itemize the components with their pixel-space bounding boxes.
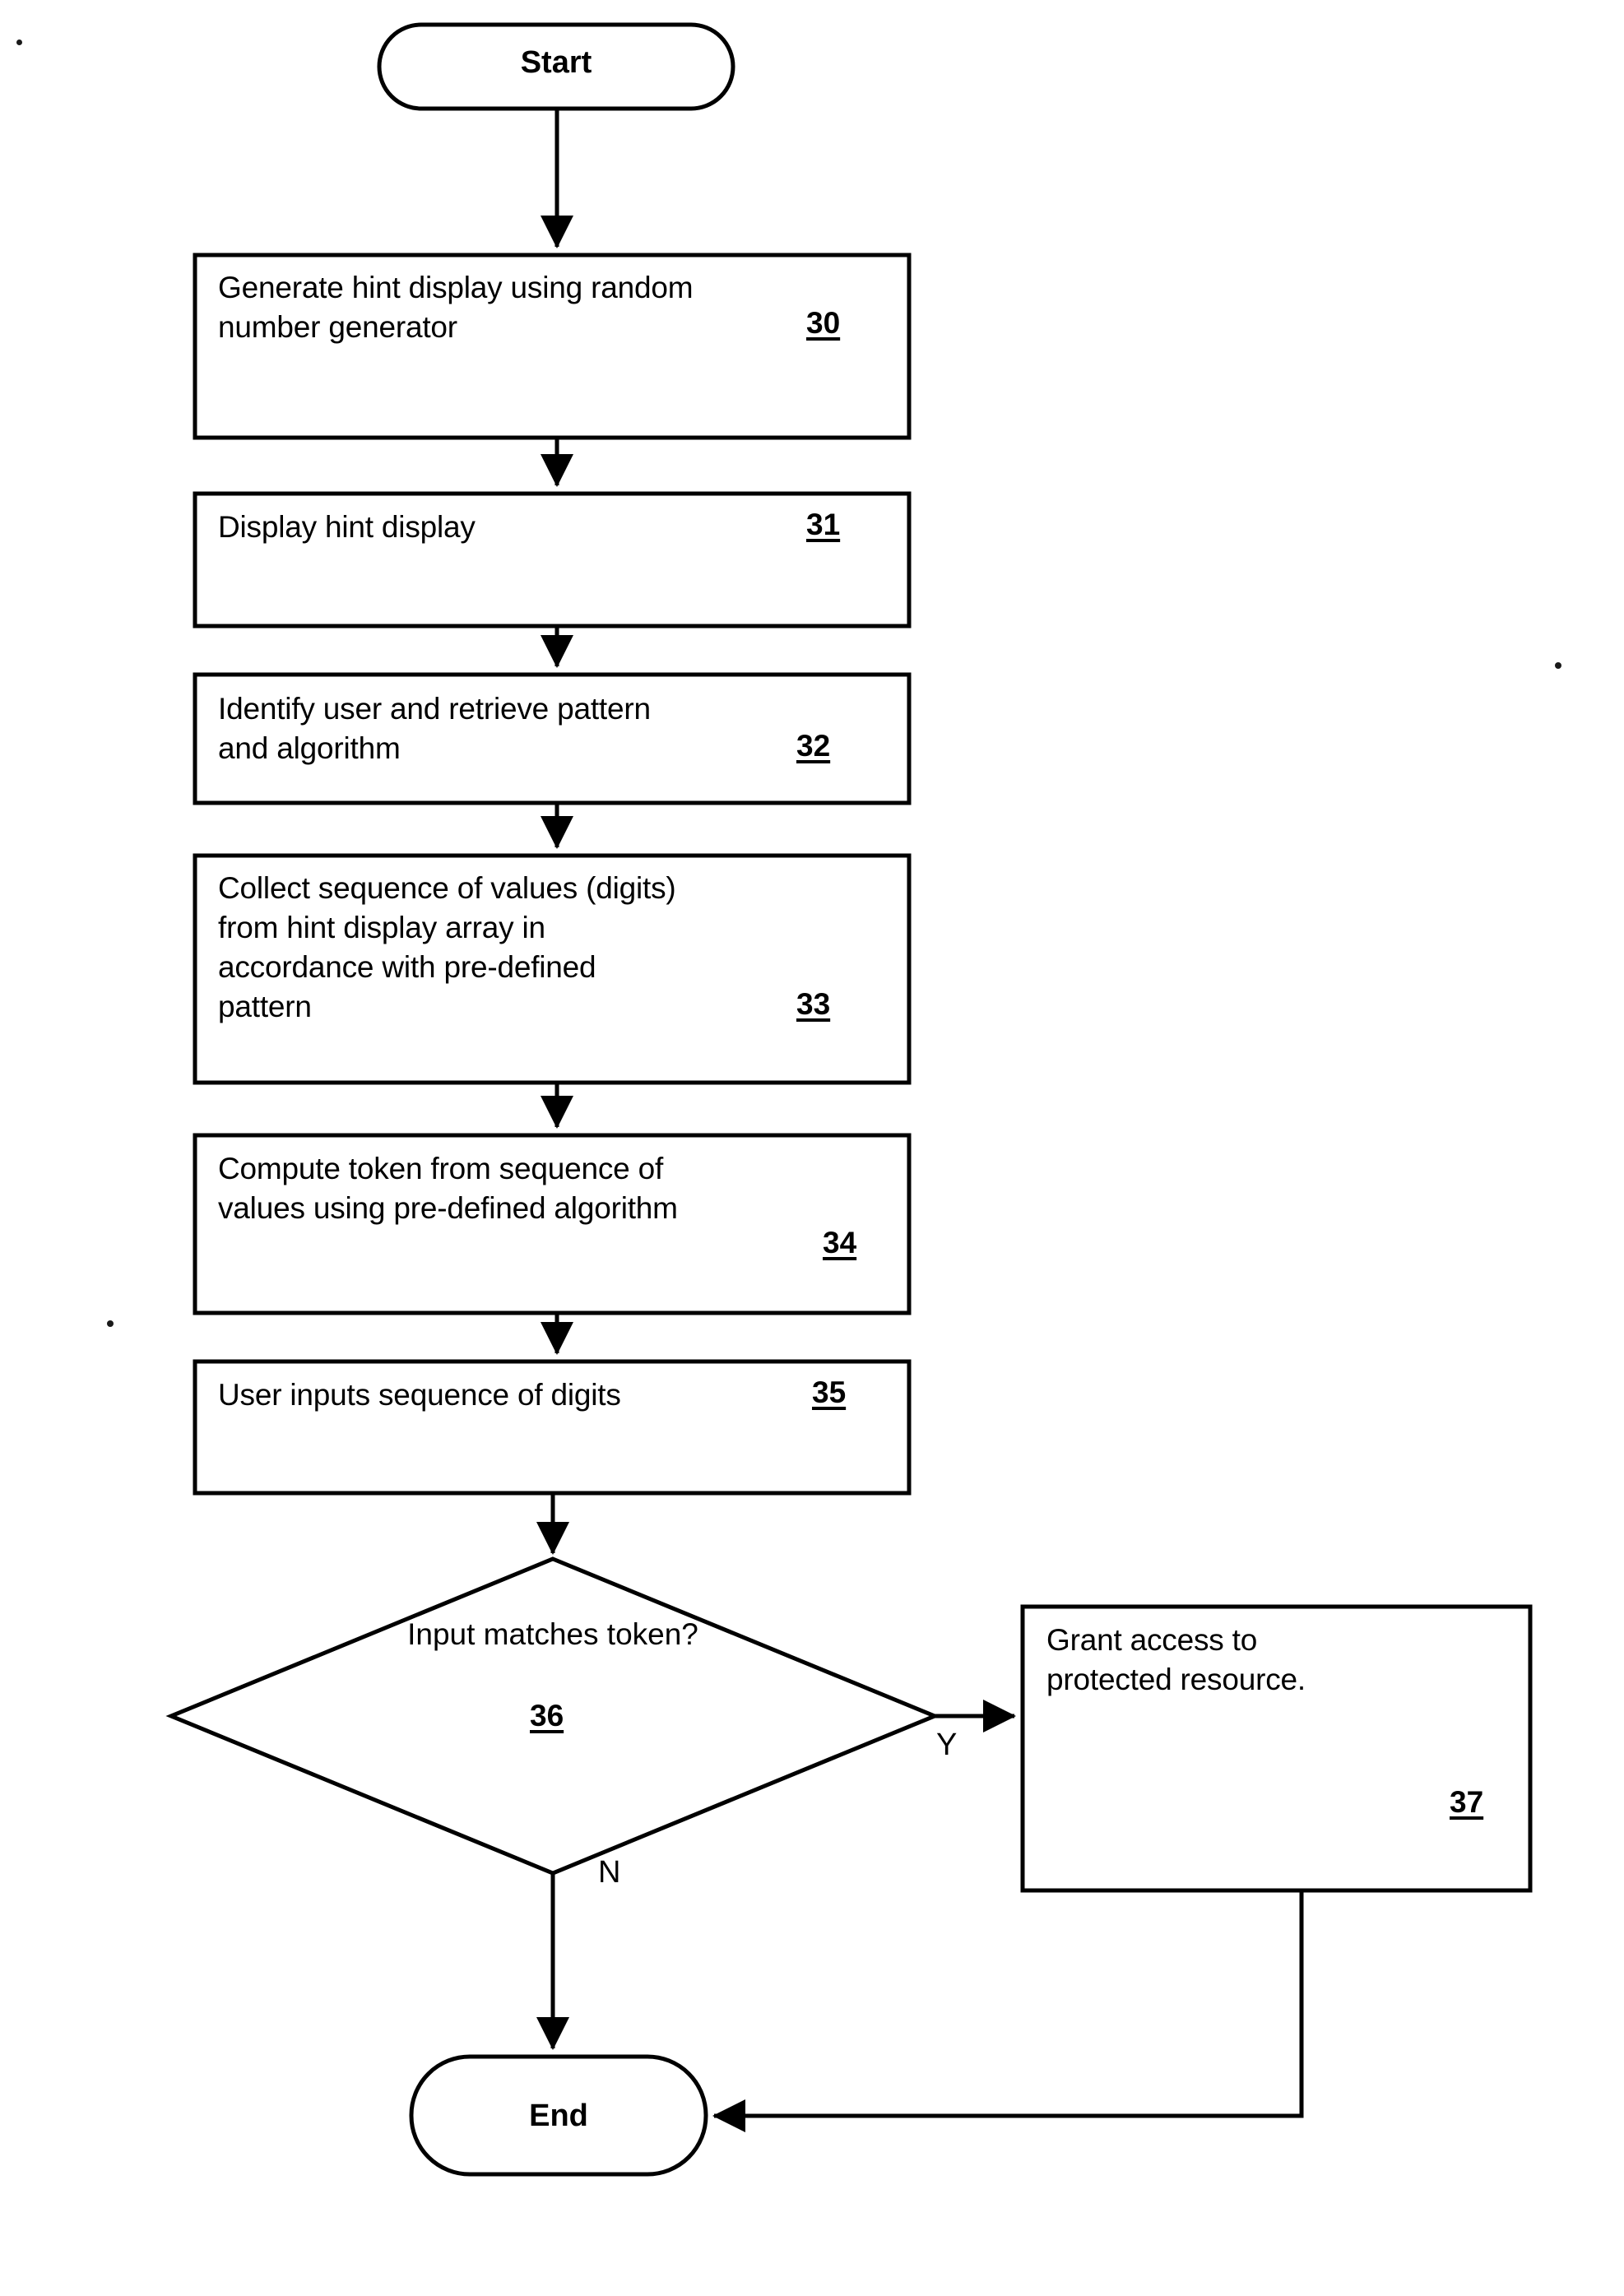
flowchart-page: Start Generate hint display using random… xyxy=(0,0,1624,2296)
step37-text: Grant access to protected resource. xyxy=(1046,1623,1306,1697)
step33-ref: 33 xyxy=(796,987,831,1021)
start-node-label: Start xyxy=(520,45,592,80)
edge-label-yes: Y xyxy=(936,1728,958,1762)
scan-speck xyxy=(16,39,22,45)
step30-ref: 30 xyxy=(806,306,841,340)
step34-ref: 34 xyxy=(823,1226,857,1259)
step37-ref: 37 xyxy=(1450,1785,1484,1819)
step35-text: User inputs sequence of digits xyxy=(218,1378,621,1412)
step31-ref: 31 xyxy=(806,508,841,541)
edge-37-to-end xyxy=(712,1890,1304,2132)
step35-ref: 35 xyxy=(812,1375,847,1409)
step30-text: Generate hint display using random numbe… xyxy=(218,271,694,345)
edge-label-no: N xyxy=(598,1855,621,1890)
scan-speck xyxy=(1555,662,1561,669)
scan-speck xyxy=(107,1320,114,1327)
step32-text: Identify user and retrieve pattern and a… xyxy=(218,692,651,766)
decision36-ref: 36 xyxy=(530,1699,564,1732)
step33-text: Collect sequence of values (digits) from… xyxy=(218,871,676,1024)
end-node-label: End xyxy=(529,2099,588,2133)
decision36-text: Input matches token? xyxy=(407,1617,698,1651)
step32-ref: 32 xyxy=(796,729,831,763)
step34-text: Compute token from sequence of values us… xyxy=(218,1152,678,1226)
step31-text: Display hint display xyxy=(218,510,476,544)
